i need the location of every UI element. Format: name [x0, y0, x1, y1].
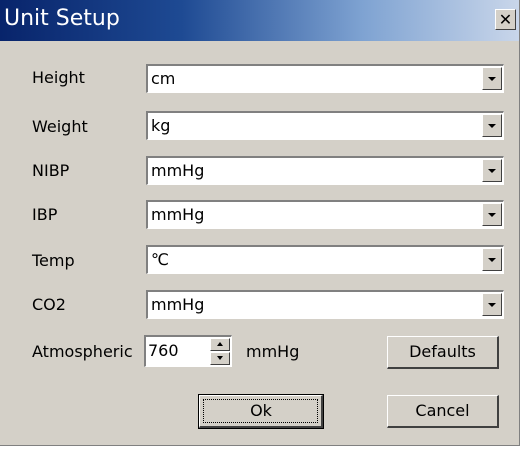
ibp-dropdown-button[interactable] [482, 203, 502, 226]
nibp-unit-value: mmHg [151, 161, 205, 180]
weight-dropdown-button[interactable] [482, 114, 502, 137]
chevron-down-icon [488, 77, 496, 81]
atmospheric-value: 760 [148, 341, 179, 360]
atmospheric-decrement-button[interactable] [210, 352, 230, 365]
close-icon: ✕ [498, 10, 513, 29]
height-label: Height [32, 68, 85, 87]
co2-unit-select[interactable]: mmHg [146, 290, 504, 319]
chevron-down-icon [488, 169, 496, 173]
title-bar: Unit Setup ✕ [0, 0, 519, 41]
atmospheric-spinbox[interactable]: 760 [144, 335, 232, 367]
ibp-unit-value: mmHg [151, 205, 205, 224]
ok-button-label: Ok [250, 401, 272, 420]
height-unit-select[interactable]: cm [146, 64, 504, 93]
ibp-unit-select[interactable]: mmHg [146, 200, 504, 229]
height-unit-value: cm [151, 69, 176, 88]
chevron-down-icon [488, 303, 496, 307]
temp-unit-value: ℃ [151, 250, 169, 269]
weight-unit-select[interactable]: kg [146, 111, 504, 140]
temp-label: Temp [32, 251, 75, 270]
defaults-button[interactable]: Defaults [387, 336, 499, 369]
temp-unit-select[interactable]: ℃ [146, 245, 504, 274]
nibp-dropdown-button[interactable] [482, 159, 502, 182]
ok-button[interactable]: Ok [198, 394, 324, 429]
height-dropdown-button[interactable] [482, 67, 502, 90]
chevron-up-icon [217, 342, 223, 346]
unit-setup-dialog: Unit Setup ✕ Height cm Weight kg NIBP mm… [0, 0, 520, 446]
chevron-down-icon [488, 124, 496, 128]
atmospheric-increment-button[interactable] [210, 338, 230, 351]
chevron-down-icon [217, 356, 223, 360]
co2-dropdown-button[interactable] [482, 293, 502, 316]
dialog-title: Unit Setup [4, 6, 120, 31]
co2-label: CO2 [32, 295, 66, 314]
atmospheric-label: Atmospheric [32, 342, 133, 361]
atmospheric-unit-label: mmHg [246, 342, 300, 361]
temp-dropdown-button[interactable] [482, 248, 502, 271]
chevron-down-icon [488, 213, 496, 217]
nibp-label: NIBP [32, 161, 70, 180]
co2-unit-value: mmHg [151, 295, 205, 314]
cancel-button[interactable]: Cancel [387, 395, 499, 428]
weight-label: Weight [32, 117, 88, 136]
ibp-label: IBP [32, 205, 58, 224]
chevron-down-icon [488, 258, 496, 262]
close-button[interactable]: ✕ [495, 9, 516, 30]
weight-unit-value: kg [151, 116, 171, 135]
nibp-unit-select[interactable]: mmHg [146, 156, 504, 185]
